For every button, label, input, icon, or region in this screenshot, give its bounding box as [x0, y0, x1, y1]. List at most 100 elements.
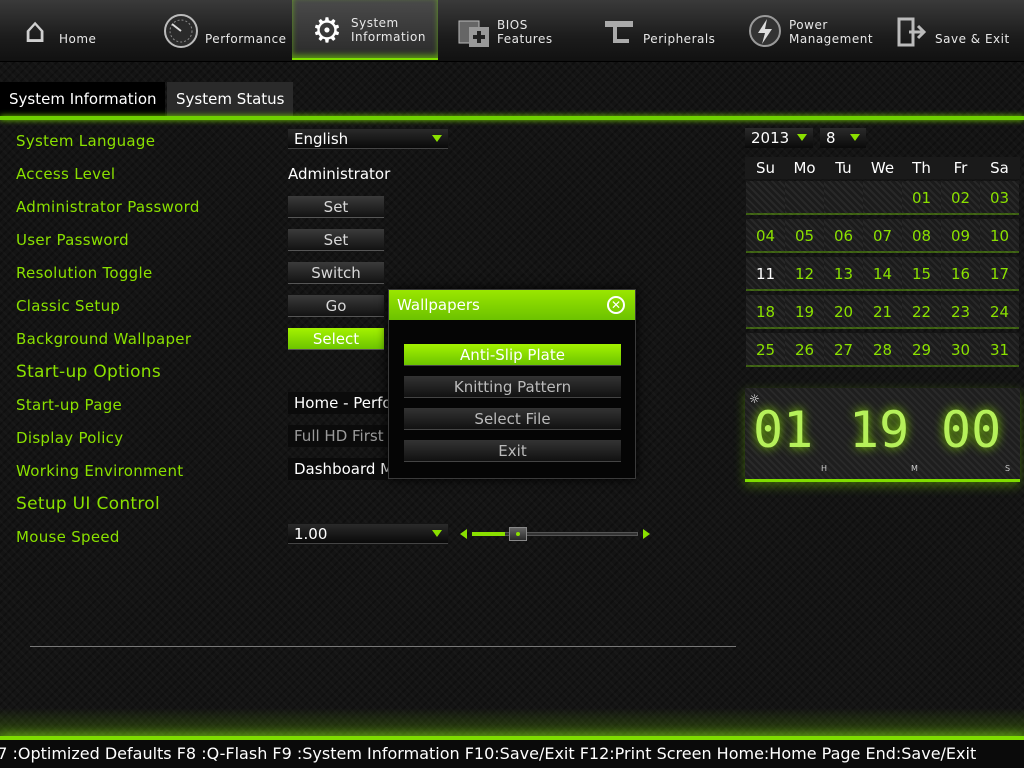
mouse-speed-select[interactable]: 1.00 [288, 524, 448, 544]
resolution-switch-button[interactable]: Switch [288, 262, 384, 284]
wallpapers-dialog: Wallpapers ✕ Anti-Slip Plate Knitting Pa… [388, 289, 636, 479]
peripherals-icon [598, 10, 640, 52]
speedometer-icon [160, 10, 202, 52]
calendar-day[interactable]: 13 [824, 257, 863, 291]
calendar-day[interactable]: 12 [785, 257, 824, 291]
calendar-day[interactable]: 21 [863, 295, 902, 329]
calendar-weekday: Fr [953, 159, 968, 177]
calendar-empty-cell [746, 181, 785, 215]
calendar-year-value: 2013 [751, 129, 790, 147]
nav-tab-system-information[interactable]: ⚙ System Information [292, 0, 438, 60]
access-level-label: Access Level [16, 165, 116, 183]
calendar-day[interactable]: 11 [746, 257, 785, 291]
wallpapers-dialog-header: Wallpapers [389, 290, 635, 320]
working-environment-select[interactable]: Dashboard M [288, 458, 388, 480]
clock-minutes-unit: M [911, 464, 918, 473]
calendar-day[interactable]: 02 [941, 181, 980, 215]
classic-setup-go-button[interactable]: Go [288, 295, 384, 317]
working-environment-label: Working Environment [16, 462, 184, 480]
startup-options-heading: Start-up Options [16, 362, 162, 382]
calendar-day[interactable]: 19 [785, 295, 824, 329]
calendar-month-select[interactable]: 8 [820, 128, 866, 148]
calendar-day[interactable]: 24 [980, 295, 1019, 329]
user-password-label: User Password [16, 231, 129, 249]
calendar-day[interactable]: 25 [746, 333, 785, 367]
clock: ☼ 01 19 00 H M S [745, 388, 1020, 482]
gear-icon: ⚙ [311, 11, 343, 51]
setup-ui-control-heading: Setup UI Control [16, 494, 160, 514]
system-language-value: English [294, 130, 349, 148]
arrow-left-icon[interactable] [460, 529, 467, 539]
nav-label: Peripherals [643, 32, 716, 46]
nav-tab-performance[interactable]: Performance [146, 0, 292, 60]
background-wallpaper-label: Background Wallpaper [16, 330, 192, 348]
slider-thumb[interactable] [509, 527, 527, 541]
classic-setup-label: Classic Setup [16, 297, 121, 315]
calendar-day[interactable]: 18 [746, 295, 785, 329]
wallpaper-option-anti-slip-plate[interactable]: Anti-Slip Plate [404, 344, 621, 366]
calendar-day[interactable]: 01 [902, 181, 941, 215]
calendar-year-select[interactable]: 2013 [745, 128, 813, 148]
home-icon: ⌂ [24, 11, 46, 51]
admin-password-set-button[interactable]: Set [288, 196, 384, 218]
calendar-day[interactable]: 10 [980, 219, 1019, 253]
wallpaper-option-exit[interactable]: Exit [404, 440, 621, 462]
calendar-day[interactable]: 29 [902, 333, 941, 367]
user-password-set-button[interactable]: Set [288, 229, 384, 251]
calendar-day[interactable]: 15 [902, 257, 941, 291]
startup-page-select[interactable]: Home - Perfo [288, 392, 388, 414]
calendar-day[interactable]: 17 [980, 257, 1019, 291]
mouse-speed-value: 1.00 [294, 525, 328, 543]
arrow-right-icon[interactable] [643, 529, 650, 539]
resolution-toggle-label: Resolution Toggle [16, 264, 153, 282]
calendar-day[interactable]: 28 [863, 333, 902, 367]
tab-system-status[interactable]: System Status [167, 82, 293, 116]
system-language-select[interactable]: English [288, 129, 448, 149]
access-level-value: Administrator [288, 165, 391, 183]
calendar-day[interactable]: 03 [980, 181, 1019, 215]
wallpapers-dialog-title: Wallpapers [397, 296, 480, 314]
calendar-day[interactable]: 14 [863, 257, 902, 291]
calendar-day[interactable]: 23 [941, 295, 980, 329]
nav-tab-bios-features[interactable]: BIOS Features [438, 0, 584, 60]
tab-system-information[interactable]: System Information [0, 82, 165, 116]
nav-tab-peripherals[interactable]: Peripherals [584, 0, 730, 60]
calendar-weekday: Su [755, 159, 776, 177]
calendar-day[interactable]: 09 [941, 219, 980, 253]
calendar-day[interactable]: 05 [785, 219, 824, 253]
nav-tab-save-exit[interactable]: Save & Exit [876, 0, 1022, 60]
wallpaper-option-knitting-pattern[interactable]: Knitting Pattern [404, 376, 621, 398]
nav-tab-power-management[interactable]: Power Management [730, 0, 876, 60]
calendar-day[interactable]: 06 [824, 219, 863, 253]
calendar-day[interactable]: 31 [980, 333, 1019, 367]
display-policy-select[interactable]: Full HD First [288, 425, 388, 447]
clock-seconds: 00 [941, 401, 1002, 459]
calendar-day[interactable]: 27 [824, 333, 863, 367]
wallpaper-select-button[interactable]: Select [288, 328, 384, 350]
calendar-day[interactable]: 20 [824, 295, 863, 329]
close-icon[interactable]: ✕ [607, 296, 625, 314]
calendar-day[interactable]: 16 [941, 257, 980, 291]
nav-label: Power Management [789, 18, 874, 46]
clock-hours-unit: H [821, 464, 828, 473]
lightning-icon [744, 10, 786, 52]
calendar-month-value: 8 [826, 129, 836, 147]
calendar-day[interactable]: 26 [785, 333, 824, 367]
calendar-day[interactable]: 30 [941, 333, 980, 367]
calendar-weekday-header: Su Mo Tu We Th Fr Sa [745, 157, 1020, 179]
calendar-day[interactable]: 08 [902, 219, 941, 253]
nav-label: Save & Exit [935, 32, 1010, 46]
startup-page-label: Start-up Page [16, 396, 123, 414]
hotkey-bar: F7 :Optimized Defaults F8 :Q-Flash F9 :S… [0, 740, 1024, 768]
calendar-day[interactable]: 22 [902, 295, 941, 329]
display-policy-label: Display Policy [16, 429, 124, 447]
calendar-weekday: Sa [990, 159, 1009, 177]
nav-label: System Information [351, 16, 426, 44]
calendar-day[interactable]: 04 [746, 219, 785, 253]
nav-tab-home[interactable]: ⌂ Home [0, 0, 146, 60]
mouse-speed-slider[interactable] [460, 527, 650, 541]
exit-door-icon [890, 10, 932, 52]
wallpaper-option-select-file[interactable]: Select File [404, 408, 621, 430]
nav-label: Home [59, 32, 97, 46]
calendar-day[interactable]: 07 [863, 219, 902, 253]
